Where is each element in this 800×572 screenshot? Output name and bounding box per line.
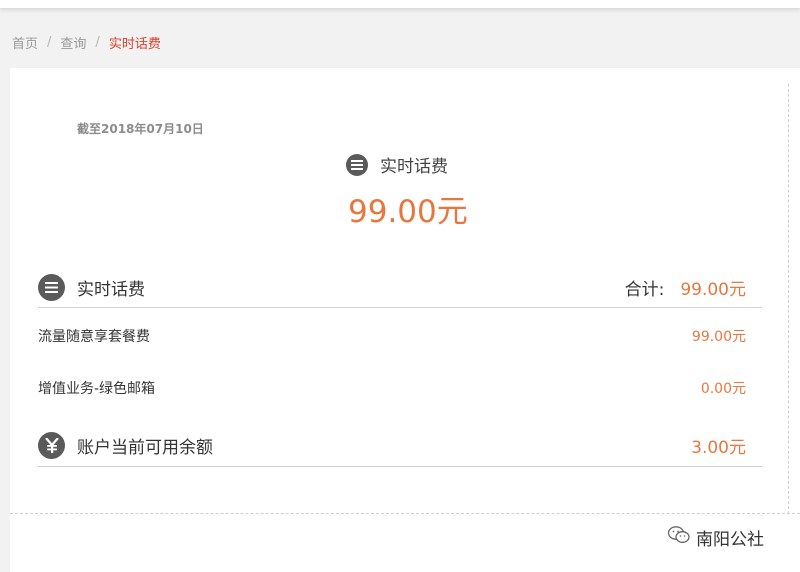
list-item: 流量随意享套餐费 99.00元 [38,323,762,349]
breadcrumb-separator: / [95,35,100,50]
bill-card [10,68,800,572]
top-bar [0,0,800,8]
summary-title: 实时话费 [346,152,448,177]
item-label: 流量随意享套餐费 [38,329,150,345]
item-amount: 0.00元 [700,381,746,397]
watermark-text: 南阳公社 [696,530,764,550]
breadcrumb-home[interactable]: 首页 [12,33,38,52]
item-label: 增值业务-绿色邮箱 [38,381,156,397]
item-amount: 99.00元 [691,329,746,345]
as-of-date: 截至2018年07月10日 [77,122,204,136]
watermark: 南阳公社 [667,525,764,550]
breadcrumb-separator: / [47,35,52,50]
list-icon [346,153,368,176]
breadcrumb: 首页 / 查询 / 实时话费 [12,33,161,52]
summary-title-label: 实时话费 [380,157,448,177]
charges-total: 合计: 99.00元 [625,275,746,300]
balance-amount: 3.00元 [691,438,746,458]
wechat-icon [667,526,690,549]
card-right-divider [788,84,789,514]
balance-row: 账户当前可用余额 3.00元 [38,425,762,467]
list-item: 增值业务-绿色邮箱 0.00元 [38,375,762,401]
breadcrumb-current: 实时话费 [108,37,161,52]
charges-total-label: 合计: [624,280,665,300]
breadcrumb-query[interactable]: 查询 [60,33,86,52]
charges-header-row: 实时话费 合计: 99.00元 [38,268,762,308]
balance-label: 账户当前可用余额 [77,438,213,458]
list-icon [38,274,65,301]
charges-total-value: 99.00元 [680,280,746,300]
card-bottom-divider [10,513,800,514]
charges-header-label: 实时话费 [77,280,145,300]
summary-amount: 99.00元 [348,194,468,230]
yen-icon [38,432,65,459]
